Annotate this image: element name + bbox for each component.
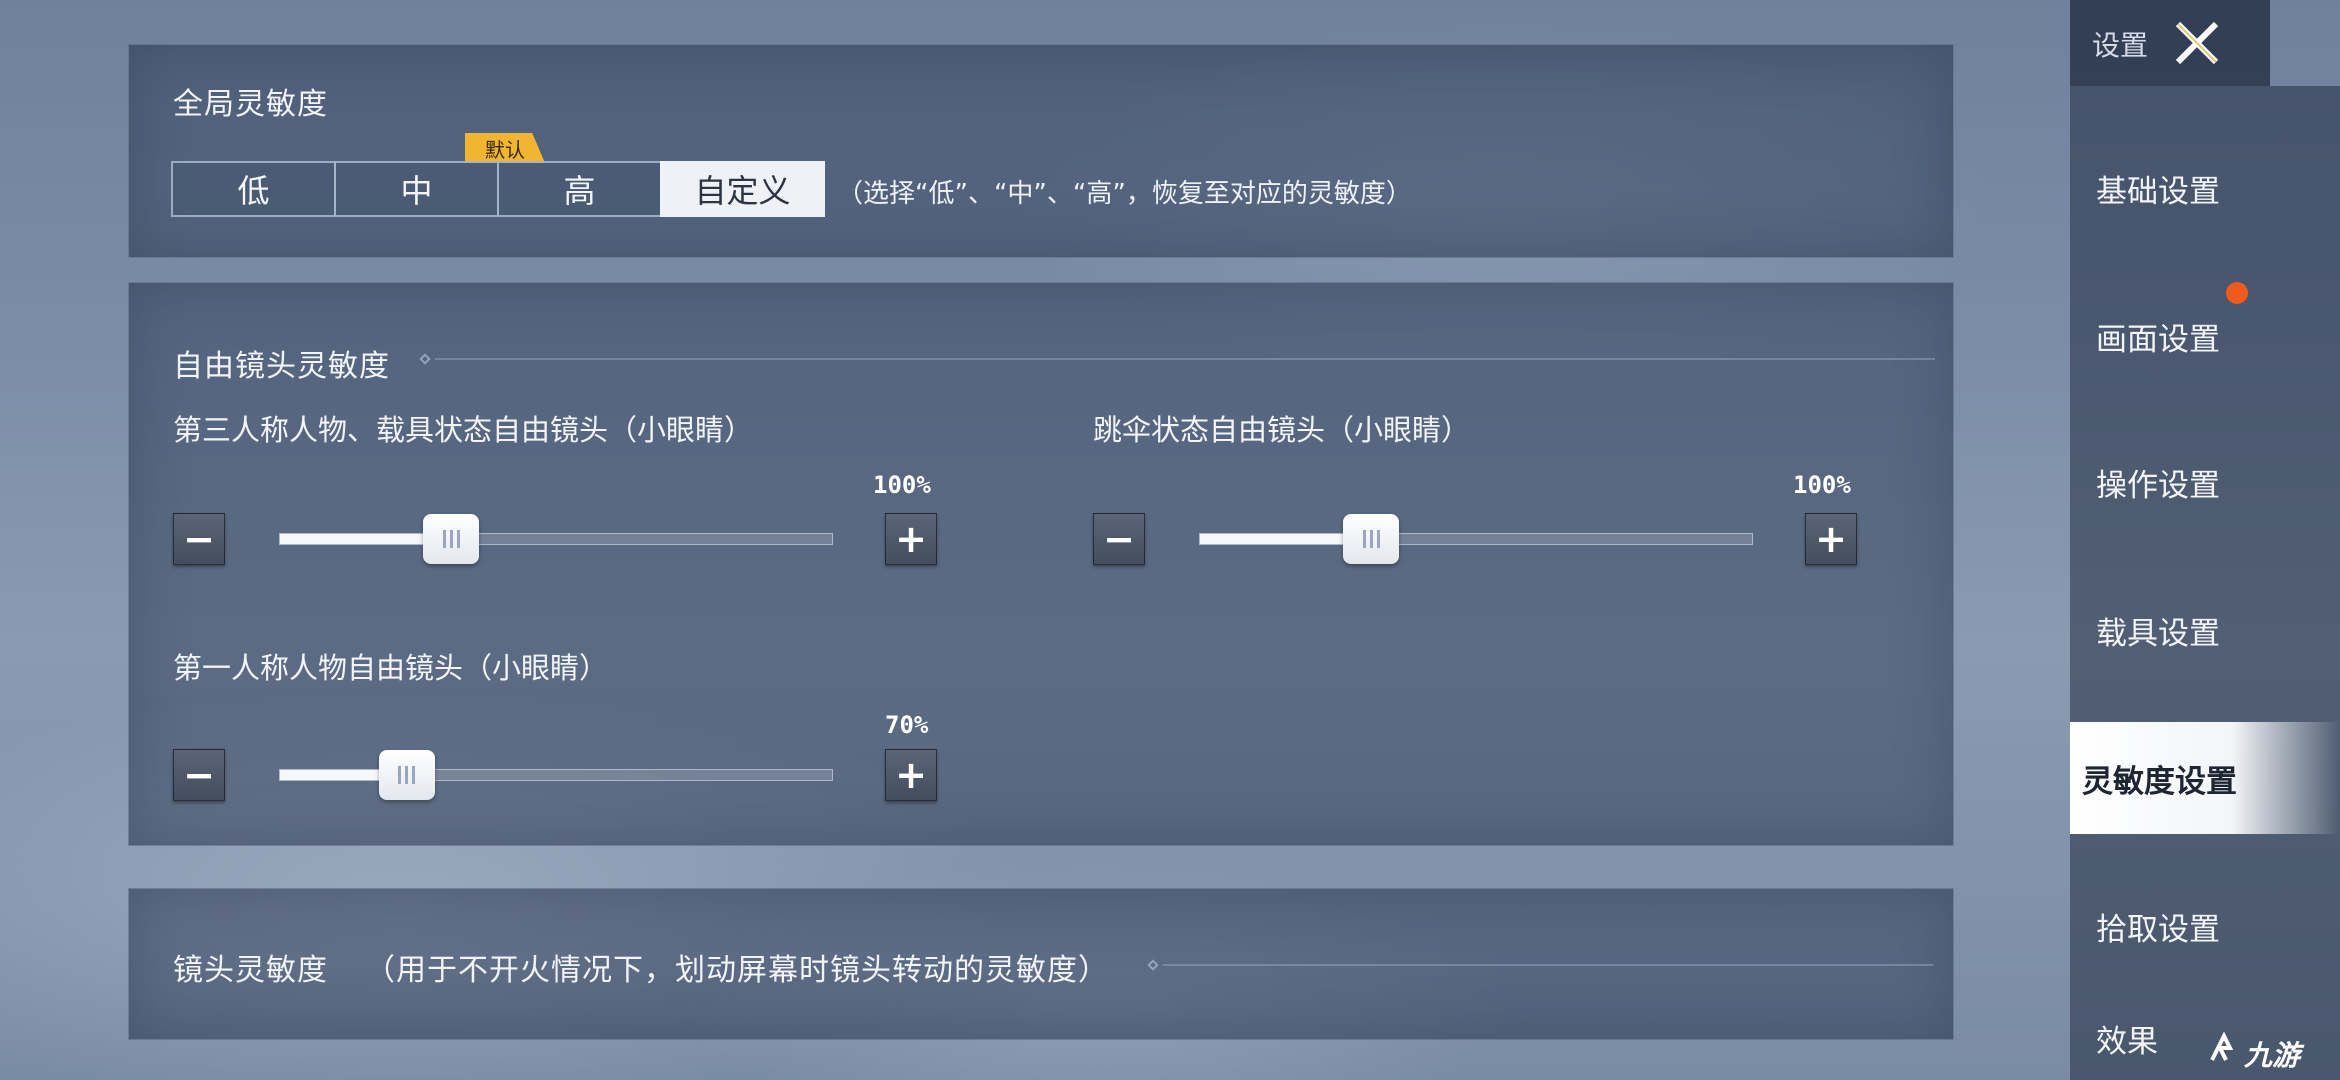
sidebar-item-graphics[interactable]: 画面设置 — [2070, 280, 2340, 392]
title-divider — [1163, 964, 1933, 966]
watermark-text: 九游 — [2244, 1039, 2301, 1072]
decrease-button-first-person[interactable]: − — [173, 749, 225, 801]
title-divider — [435, 358, 1935, 360]
sidebar-item-sensitivity[interactable]: 灵敏度设置 — [2070, 722, 2340, 834]
settings-title: 设置 — [2092, 29, 2149, 62]
title-dot-icon — [1147, 959, 1159, 971]
global-sensitivity-panel: 全局灵敏度 默认 低 中 高 自定义 （选择“低”、“中”、“高”，恢复至对应的… — [128, 44, 1954, 258]
notification-dot — [2226, 282, 2248, 304]
slider-handle[interactable] — [1343, 514, 1400, 564]
watermark-logo-icon — [2210, 1031, 2234, 1061]
slider-value-third-person: 100% — [873, 471, 931, 499]
sidebar-item-pickup[interactable]: 拾取设置 — [2070, 870, 2340, 982]
slider-track-third-person[interactable] — [279, 514, 833, 564]
decrease-button-third-person[interactable]: − — [173, 513, 225, 565]
default-tag: 默认 — [465, 133, 545, 163]
title-dot-icon — [419, 353, 431, 365]
increase-button-first-person[interactable]: + — [885, 749, 937, 801]
camera-sensitivity-title: 镜头灵敏度 — [173, 953, 328, 988]
global-sensitivity-title: 全局灵敏度 — [173, 87, 328, 122]
slider-handle[interactable] — [378, 750, 435, 800]
camera-sensitivity-subtitle: （用于不开火情况下，划动屏幕时镜头转动的灵敏度） — [365, 953, 1109, 988]
slider-track-parachute[interactable] — [1199, 514, 1753, 564]
close-icon[interactable] — [2170, 16, 2224, 70]
sidebar-item-basic[interactable]: 基础设置 — [2070, 132, 2340, 244]
slider-label-parachute: 跳伞状态自由镜头（小眼睛） — [1093, 413, 1471, 447]
increase-button-third-person[interactable]: + — [885, 513, 937, 565]
sidebar-item-vehicle[interactable]: 载具设置 — [2070, 574, 2340, 686]
preset-hint: （选择“低”、“中”、“高”，恢复至对应的灵敏度） — [837, 179, 1412, 209]
free-camera-title: 自由镜头灵敏度 — [173, 349, 390, 384]
slider-value-parachute: 100% — [1793, 471, 1851, 499]
slider-handle[interactable] — [423, 514, 480, 564]
slider-label-first-person: 第一人称人物自由镜头（小眼睛） — [173, 651, 609, 685]
camera-sensitivity-panel: 镜头灵敏度 （用于不开火情况下，划动屏幕时镜头转动的灵敏度） — [128, 888, 1954, 1040]
sensitivity-preset-group: 低 中 高 自定义 — [171, 161, 825, 219]
slider-track-first-person[interactable] — [279, 750, 833, 800]
preset-custom[interactable]: 自定义 — [660, 161, 825, 217]
preset-low[interactable]: 低 — [171, 161, 336, 217]
preset-high[interactable]: 高 — [497, 161, 662, 217]
free-camera-panel: 自由镜头灵敏度 第三人称人物、载具状态自由镜头（小眼睛） 100% − + 跳伞… — [128, 282, 1954, 846]
increase-button-parachute[interactable]: + — [1805, 513, 1857, 565]
slider-label-third-person: 第三人称人物、载具状态自由镜头（小眼睛） — [173, 413, 754, 447]
preset-medium[interactable]: 中 — [334, 161, 499, 217]
decrease-button-parachute[interactable]: − — [1093, 513, 1145, 565]
sidebar-item-controls[interactable]: 操作设置 — [2070, 426, 2340, 538]
slider-value-first-person: 70% — [885, 711, 929, 739]
